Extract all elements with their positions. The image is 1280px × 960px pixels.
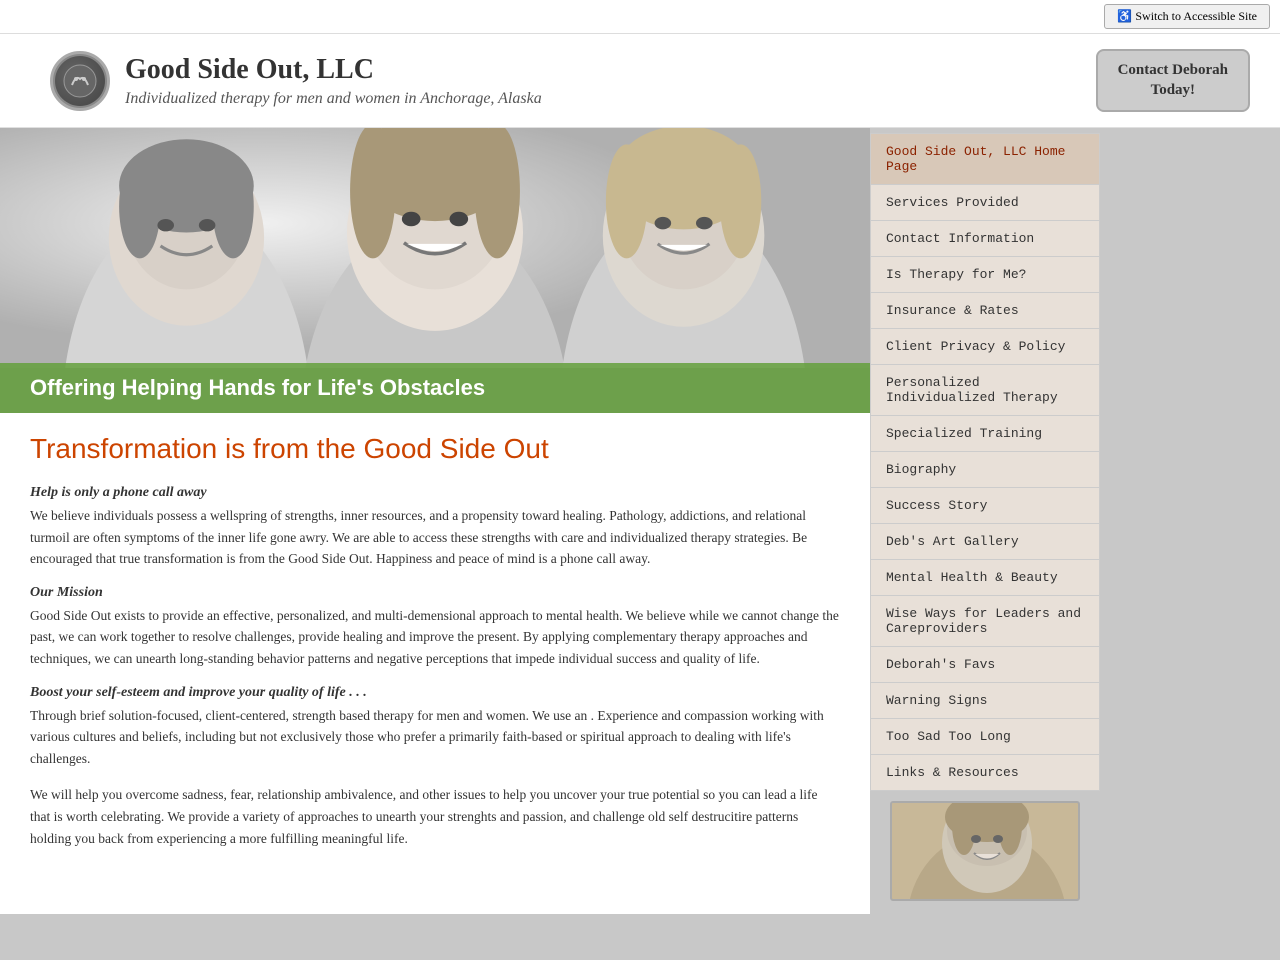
site-title-group: Good Side Out, LLC Individualized therap… (125, 54, 542, 108)
contact-button[interactable]: Contact Deborah Today! (1096, 49, 1250, 112)
main-layout: Offering Helping Hands for Life's Obstac… (0, 128, 1280, 914)
sidebar-item-1[interactable]: Services Provided (870, 184, 1100, 220)
section2-body: Good Side Out exists to provide an effec… (30, 605, 840, 670)
hero-banner-text: Offering Helping Hands for Life's Obstac… (30, 375, 485, 400)
sidebar-item-7[interactable]: Specialized Training (870, 415, 1100, 451)
sidebar-item-10[interactable]: Deb's Art Gallery (870, 523, 1100, 559)
logo-icon (55, 56, 105, 106)
hero-image: Offering Helping Hands for Life's Obstac… (0, 128, 870, 413)
sidebar-item-6[interactable]: Personalized Individualized Therapy (870, 364, 1100, 415)
sidebar-item-8[interactable]: Biography (870, 451, 1100, 487)
content-area: Offering Helping Hands for Life's Obstac… (0, 128, 870, 914)
section1-title: Help is only a phone call away (30, 485, 840, 501)
sidebar-item-16[interactable]: Links & Resources (870, 754, 1100, 791)
site-logo (50, 51, 110, 111)
sidebar-item-15[interactable]: Too Sad Too Long (870, 718, 1100, 754)
sidebar-item-13[interactable]: Deborah's Favs (870, 646, 1100, 682)
site-title: Good Side Out, LLC (125, 54, 542, 86)
section4-body: We will help you overcome sadness, fear,… (30, 784, 840, 849)
sidebar-photo (890, 801, 1080, 901)
sidebar-item-0[interactable]: Good Side Out, LLC Home Page (870, 133, 1100, 184)
main-heading: Transformation is from the Good Side Out (30, 433, 840, 465)
sidebar-item-12[interactable]: Wise Ways for Leaders and Careproviders (870, 595, 1100, 646)
site-header: Good Side Out, LLC Individualized therap… (0, 34, 1280, 128)
sidebar-item-5[interactable]: Client Privacy & Policy (870, 328, 1100, 364)
hero-banner: Offering Helping Hands for Life's Obstac… (0, 363, 870, 413)
header-branding: Good Side Out, LLC Individualized therap… (50, 51, 542, 111)
section3-title: Boost your self-esteem and improve your … (30, 685, 840, 701)
sidebar-item-3[interactable]: Is Therapy for Me? (870, 256, 1100, 292)
sidebar-item-9[interactable]: Success Story (870, 487, 1100, 523)
sidebar-item-14[interactable]: Warning Signs (870, 682, 1100, 718)
sidebar: Good Side Out, LLC Home PageServices Pro… (870, 128, 1100, 914)
nav-menu: Good Side Out, LLC Home PageServices Pro… (870, 133, 1100, 791)
sidebar-item-2[interactable]: Contact Information (870, 220, 1100, 256)
page-content: Transformation is from the Good Side Out… (0, 413, 870, 884)
site-tagline: Individualized therapy for men and women… (125, 90, 542, 108)
section3-body: Through brief solution-focused, client-c… (30, 705, 840, 770)
section2-title: Our Mission (30, 585, 840, 601)
section1-body: We believe individuals possess a wellspr… (30, 505, 840, 570)
accessible-site-button[interactable]: ♿ Switch to Accessible Site (1104, 4, 1270, 29)
hero-illustration (0, 128, 870, 368)
sidebar-item-4[interactable]: Insurance & Rates (870, 292, 1100, 328)
sidebar-item-11[interactable]: Mental Health & Beauty (870, 559, 1100, 595)
top-bar: ♿ Switch to Accessible Site (0, 0, 1280, 34)
